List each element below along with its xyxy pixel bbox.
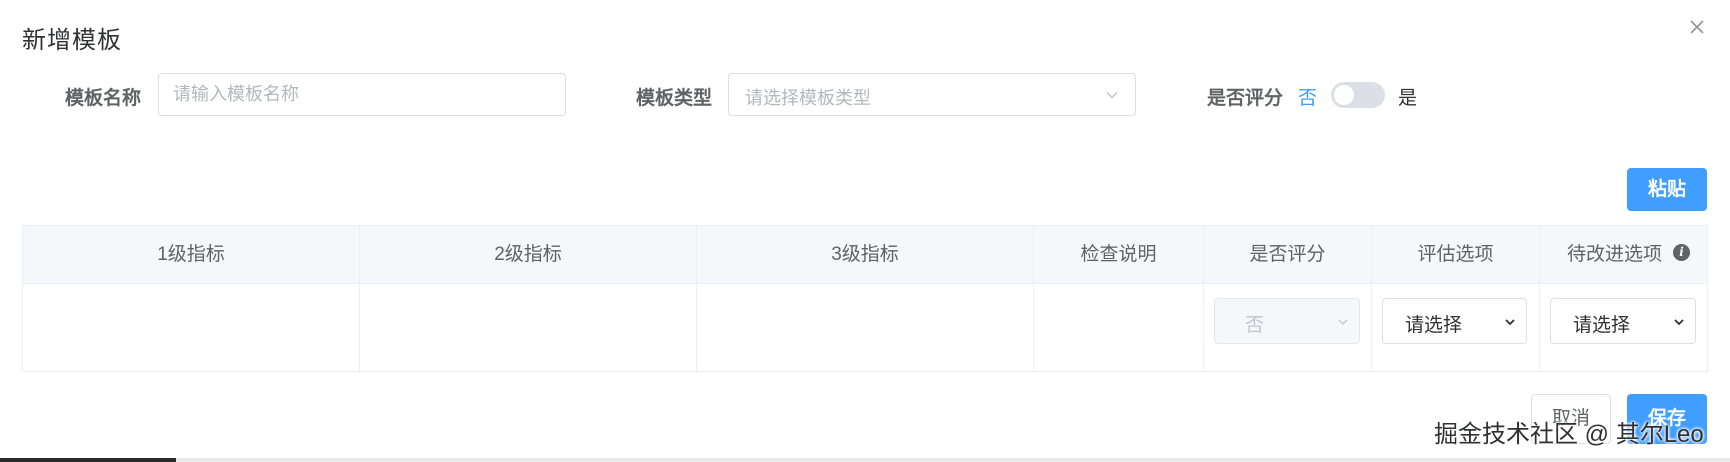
score-label: 是否评分	[1207, 88, 1284, 109]
switch-knob	[1334, 85, 1354, 105]
add-template-dialog: 新增模板 模板名称 模板类型 请选择模板类型 是否评分 否 是 粘贴 1级指标 …	[0, 0, 1730, 462]
is-scored-value: 否	[1245, 315, 1265, 336]
watermark: 掘金技术社区 @ 其尔Leo	[1434, 421, 1704, 448]
template-type-label: 模板类型	[636, 88, 713, 109]
header-improve-option: 待改进选项 i	[1540, 226, 1708, 284]
score-switch[interactable]	[1331, 82, 1385, 108]
improve-option-select[interactable]: 请选择	[1550, 298, 1696, 344]
switch-on-label[interactable]: 是	[1398, 83, 1417, 110]
cell-level1[interactable]	[23, 284, 360, 372]
header-check-desc: 检查说明	[1034, 226, 1204, 284]
eval-option-value: 请选择	[1405, 315, 1463, 336]
cell-eval-option: 请选择	[1372, 284, 1540, 372]
cell-check-desc[interactable]	[1034, 284, 1204, 372]
header-level2: 2级指标	[360, 226, 697, 284]
info-icon[interactable]: i	[1673, 244, 1690, 261]
chevron-down-icon	[1673, 315, 1685, 333]
cell-level3[interactable]	[697, 284, 1034, 372]
indicator-table: 1级指标 2级指标 3级指标 检查说明 是否评分 评估选项 待改进选项 i 否	[22, 225, 1708, 372]
chevron-down-icon	[1105, 88, 1119, 107]
paste-button[interactable]: 粘贴	[1627, 168, 1707, 211]
template-name-input[interactable]	[159, 74, 565, 115]
template-type-select[interactable]: 请选择模板类型	[728, 73, 1136, 116]
dialog-title: 新增模板	[22, 27, 122, 54]
eval-option-select[interactable]: 请选择	[1382, 298, 1527, 344]
header-eval-option: 评估选项	[1372, 226, 1540, 284]
table-header: 1级指标 2级指标 3级指标 检查说明 是否评分 评估选项 待改进选项 i	[23, 226, 1707, 284]
page-bottom-edge	[0, 458, 1730, 462]
chevron-down-icon	[1337, 315, 1349, 333]
improve-option-value: 请选择	[1573, 315, 1631, 336]
header-level3: 3级指标	[697, 226, 1034, 284]
close-icon[interactable]	[1686, 16, 1708, 38]
header-is-scored: 是否评分	[1204, 226, 1372, 284]
header-improve-option-label: 待改进选项	[1567, 244, 1663, 265]
page-bottom-edge-dark	[0, 458, 176, 462]
switch-off-label[interactable]: 否	[1298, 83, 1317, 110]
chevron-down-icon	[1504, 315, 1516, 333]
header-level1: 1级指标	[23, 226, 360, 284]
template-name-field-wrapper	[158, 73, 566, 116]
cell-level2[interactable]	[360, 284, 697, 372]
cell-is-scored: 否	[1204, 284, 1372, 372]
template-type-placeholder: 请选择模板类型	[745, 88, 871, 108]
template-name-label: 模板名称	[65, 88, 142, 109]
is-scored-select: 否	[1214, 298, 1360, 344]
cell-improve-option: 请选择	[1540, 284, 1708, 372]
